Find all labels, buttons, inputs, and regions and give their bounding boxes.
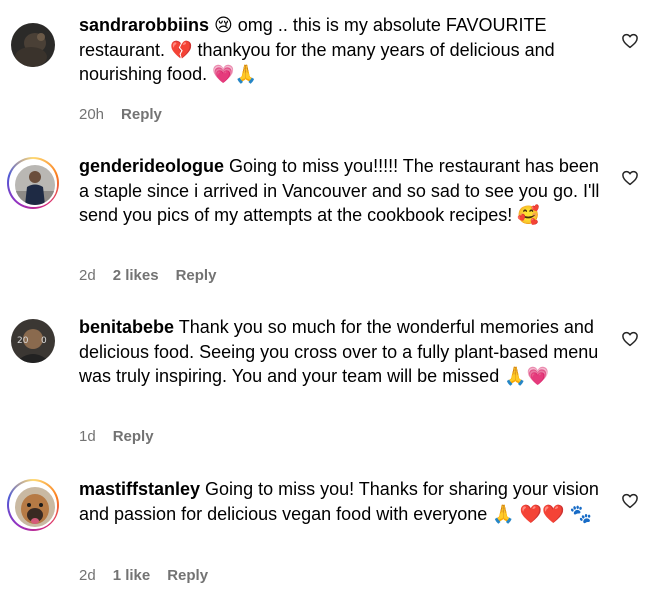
svg-text:20: 20: [17, 336, 29, 346]
reply-button[interactable]: Reply: [167, 567, 208, 584]
timestamp: 1d: [79, 428, 96, 445]
comment-text: mastiffstanley Going to miss you! Thanks…: [79, 477, 609, 526]
svg-text:0: 0: [41, 336, 47, 346]
comment-3: 20 0 benitabebe Thank you so much for th…: [0, 317, 654, 452]
comment-text: benitabebe Thank you so much for the won…: [79, 315, 609, 389]
comment-1: sandrarobbiins 😢 omg .. this is my absol…: [0, 15, 654, 130]
likes-count[interactable]: 2 likes: [113, 267, 159, 284]
timestamp: 2d: [79, 567, 96, 584]
avatar-mastiffstanley[interactable]: [13, 485, 57, 529]
reply-button[interactable]: Reply: [176, 267, 217, 284]
avatar-sandrarobbiins[interactable]: [11, 23, 55, 67]
heart-outline-icon[interactable]: [621, 492, 639, 510]
avatar-benitabebe[interactable]: 20 0: [11, 319, 55, 363]
reply-button[interactable]: Reply: [113, 428, 154, 445]
timestamp: 20h: [79, 106, 105, 123]
comment-meta: 1d Reply: [79, 428, 154, 445]
comment-meta: 2d 2 likes Reply: [79, 267, 216, 284]
avatar-genderideologue[interactable]: [13, 163, 57, 207]
comment-2: genderideologue Going to miss you!!!!! T…: [0, 156, 654, 291]
username[interactable]: mastiffstanley: [79, 479, 200, 499]
timestamp: 2d: [79, 267, 96, 284]
username[interactable]: benitabebe: [79, 317, 174, 337]
story-ring[interactable]: [7, 157, 59, 209]
heart-outline-icon[interactable]: [621, 330, 639, 348]
username[interactable]: sandrarobbiins: [79, 15, 209, 35]
likes-count[interactable]: 1 like: [113, 567, 151, 584]
comment-meta: 2d 1 like Reply: [79, 567, 208, 584]
comment-4: mastiffstanley Going to miss you! Thanks…: [0, 479, 654, 594]
story-ring[interactable]: [7, 479, 59, 531]
username[interactable]: genderideologue: [79, 156, 224, 176]
comment-text: genderideologue Going to miss you!!!!! T…: [79, 154, 609, 228]
heart-outline-icon[interactable]: [621, 169, 639, 187]
comment-text: sandrarobbiins 😢 omg .. this is my absol…: [79, 13, 609, 87]
reply-button[interactable]: Reply: [121, 106, 162, 123]
comment-meta: 20h Reply: [79, 106, 162, 123]
heart-outline-icon[interactable]: [621, 32, 639, 50]
